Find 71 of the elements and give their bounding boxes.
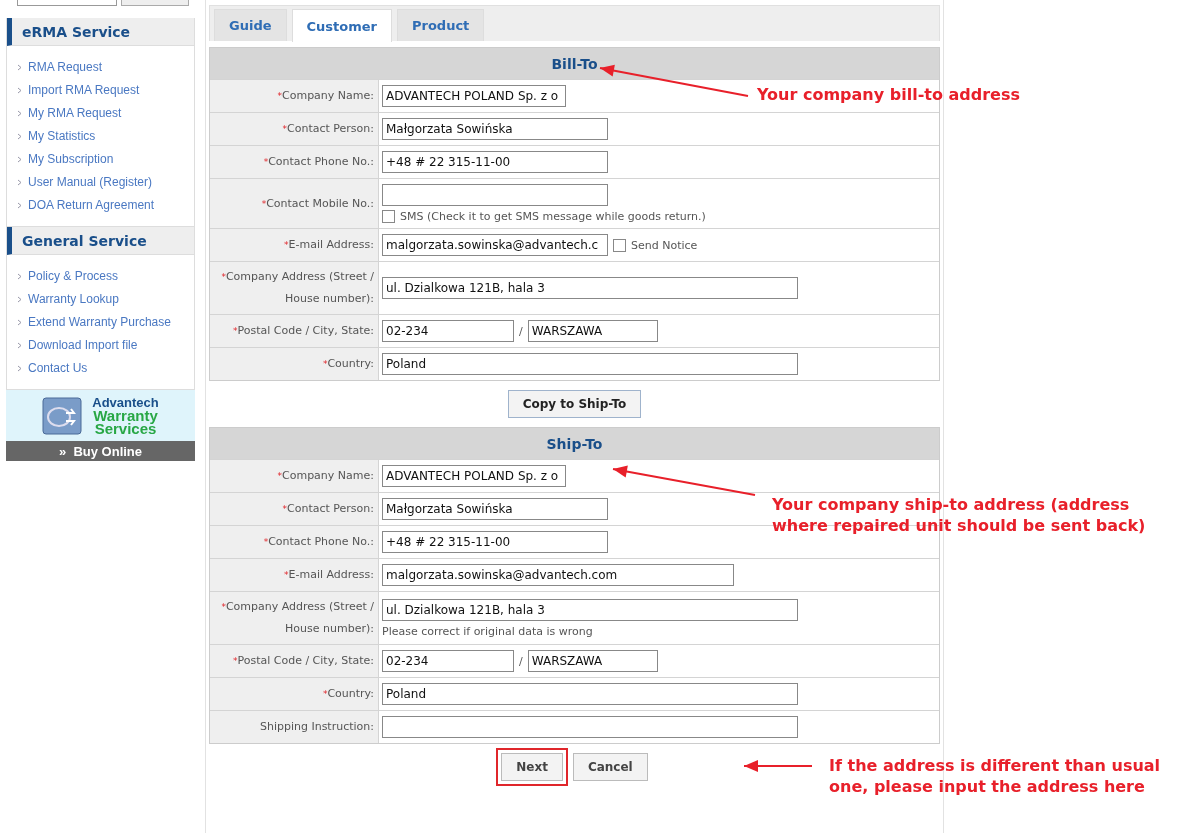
banner-text: Services xyxy=(94,422,157,435)
tab[interactable]: Customer xyxy=(291,9,392,42)
search-button[interactable] xyxy=(121,0,189,6)
chevron-icon xyxy=(17,272,22,280)
sidebar-link[interactable]: Import RMA Request xyxy=(17,81,194,99)
chevron-icon xyxy=(17,318,22,326)
text-field[interactable]: Poland xyxy=(382,353,798,375)
text-field[interactable]: +48 # 22 315-11-00 xyxy=(382,151,608,173)
section-header: Bill-To xyxy=(210,48,939,79)
text-field[interactable]: WARSZAWA xyxy=(527,650,658,672)
chevron-icon xyxy=(17,132,22,140)
sidebar-link[interactable]: Extend Warranty Purchase xyxy=(17,313,194,331)
checkbox[interactable] xyxy=(382,210,395,223)
text-field[interactable]: ul. Dzialkowa 121B, hala 3 xyxy=(382,598,798,621)
sidebar-link[interactable]: My Subscription xyxy=(17,150,194,168)
banner-text: Advantech xyxy=(92,396,159,409)
text-field[interactable]: 02-234 xyxy=(382,320,514,342)
banner-text: Warranty xyxy=(93,409,158,422)
text-field[interactable]: ADVANTECH POLAND Sp. z o xyxy=(382,465,566,487)
chevron-icon xyxy=(17,109,22,117)
hint-text: Please correct if original data is wrong xyxy=(382,624,594,638)
sidebar-link[interactable]: Policy & Process xyxy=(17,267,194,285)
sidebar-heading: General Service xyxy=(7,227,194,255)
annotation-text: If the address is different than usual one, please input the address here xyxy=(829,755,1162,797)
tab[interactable]: Guide xyxy=(214,9,287,41)
text-field[interactable] xyxy=(382,716,798,738)
sidebar-link[interactable]: Contact Us xyxy=(17,359,194,377)
text-field[interactable]: +48 # 22 315-11-00 xyxy=(382,531,608,553)
section-header: Ship-To xyxy=(210,428,939,459)
sidebar-link[interactable]: Download Import file xyxy=(17,336,194,354)
sidebar-link[interactable]: User Manual (Register) xyxy=(17,173,194,191)
form-button[interactable]: Next xyxy=(501,753,563,781)
annotation-arrow xyxy=(743,758,813,774)
field-label: Shipping Instruction: xyxy=(210,711,379,743)
chevron-icon xyxy=(17,295,22,303)
search-field[interactable] xyxy=(17,0,117,6)
copy-button[interactable]: Copy to Ship-To xyxy=(507,390,642,418)
text-field[interactable]: Małgorzata Sowińska xyxy=(382,498,608,520)
text-field[interactable]: ADVANTECH POLAND Sp. z o xyxy=(382,85,566,107)
sidebar-link[interactable]: DOA Return Agreement xyxy=(17,196,194,214)
chevron-icon xyxy=(17,341,22,349)
sidebar-link[interactable]: RMA Request xyxy=(17,58,194,76)
annotation-text: Your company ship-to address (address where repaired unit should be sent back) xyxy=(772,494,1147,536)
form-button[interactable]: Cancel xyxy=(572,753,648,781)
chevron-icon xyxy=(17,86,22,94)
text-field[interactable]: 02-234 xyxy=(382,650,514,672)
text-field[interactable]: ul. Dzialkowa 121B, hala 3 xyxy=(382,277,798,299)
sidebar-link[interactable]: My RMA Request xyxy=(17,104,194,122)
separator: / xyxy=(519,324,523,338)
tab[interactable]: Product xyxy=(396,9,485,41)
text-field[interactable]: Małgorzata Sowińska xyxy=(382,118,608,140)
checkbox-label: SMS (Check it to get SMS message while goods return.) xyxy=(400,210,706,223)
chevron-icon xyxy=(17,63,22,71)
warranty-banner[interactable]: Advantech Warranty Services xyxy=(6,390,195,441)
checkbox[interactable] xyxy=(613,238,626,252)
annotation-text: Your company bill-to address xyxy=(757,84,1020,105)
sidebar-link[interactable]: Warranty Lookup xyxy=(17,290,194,308)
text-field[interactable] xyxy=(382,184,608,206)
text-field[interactable]: WARSZAWA xyxy=(527,320,658,342)
chevron-icon xyxy=(17,155,22,163)
text-field[interactable]: Poland xyxy=(382,683,798,705)
chevron-icon xyxy=(17,201,22,209)
checkbox-label: Send Notice xyxy=(631,238,698,252)
separator: / xyxy=(519,654,523,668)
sidebar-link[interactable]: My Statistics xyxy=(17,127,194,145)
chevron-icon xyxy=(17,364,22,372)
buy-online-link[interactable]: » Buy Online xyxy=(6,441,195,461)
text-field[interactable]: malgorzata.sowinska@advantech.com xyxy=(382,564,734,586)
text-field[interactable]: malgorzata.sowinska@advantech.c xyxy=(382,234,608,256)
chevron-icon xyxy=(17,178,22,186)
sidebar-heading: eRMA Service xyxy=(7,18,194,46)
